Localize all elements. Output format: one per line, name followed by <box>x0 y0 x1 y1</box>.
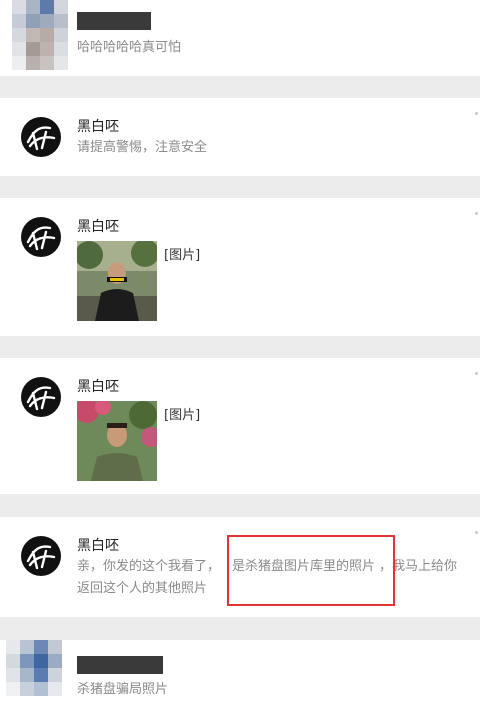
man-in-green-shirt-photo[interactable] <box>77 401 157 481</box>
ink-logo-avatar-icon <box>21 377 61 417</box>
man-in-black-jacket-photo[interactable] <box>77 241 157 321</box>
message-card[interactable]: 黑白呸 亲，你发的这个我看了， 是杀猪盘图片库里的照片 ，我马上给你 返回这个人的其… <box>0 517 480 617</box>
ink-logo-avatar-icon <box>21 217 61 257</box>
corner-mark <box>475 112 478 115</box>
text-part: 亲，你发的这个我看了， <box>77 559 221 574</box>
message-text: 请提高警惕，注意安全 <box>77 140 208 155</box>
message-card[interactable]: 黑白呸 请提高警惕，注意安全 <box>0 98 480 176</box>
pixelated-avatar-icon <box>6 640 70 705</box>
image-tag: [图片] <box>164 248 201 263</box>
ink-logo-avatar-icon <box>21 117 61 157</box>
pixelated-avatar-icon <box>12 0 72 76</box>
message-card[interactable]: 黑白呸 [图片] <box>0 358 480 494</box>
ink-logo-avatar-icon <box>21 536 61 576</box>
sender-name: 黑白呸 <box>77 379 119 395</box>
image-tag: [图片] <box>164 408 201 423</box>
sender-name: 黑白呸 <box>77 119 119 135</box>
corner-mark <box>475 531 478 534</box>
highlight-box <box>227 535 395 606</box>
message-text: 哈哈哈哈哈真可怕 <box>77 40 182 55</box>
sender-name: 黑白呸 <box>77 538 119 554</box>
message-text: 杀猪盘骗局照片 <box>77 682 169 697</box>
corner-mark <box>475 372 478 375</box>
message-text-line2: 返回这个人的其他照片 <box>77 581 208 596</box>
message-card[interactable]: 杀猪盘骗局照片 <box>0 640 480 705</box>
message-card[interactable]: 黑白呸 [图片] <box>0 198 480 336</box>
corner-mark <box>475 212 478 215</box>
sender-name: 黑白呸 <box>77 219 119 235</box>
redacted-sender-name <box>77 12 151 30</box>
message-card[interactable]: 哈哈哈哈哈真可怕 <box>0 0 480 76</box>
redacted-sender-name <box>77 656 163 674</box>
